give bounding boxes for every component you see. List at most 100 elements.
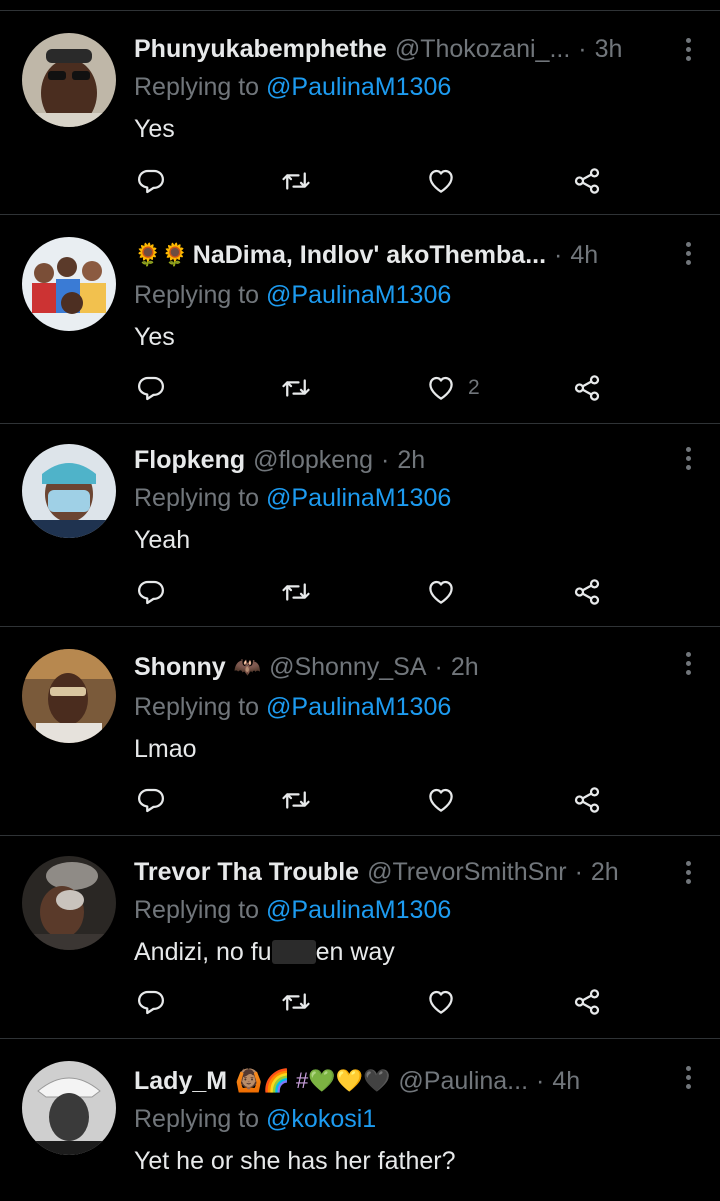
tweet-3[interactable]: Flopkeng @flopkeng · 2h Replying to @Pau…: [0, 424, 720, 627]
retweet-icon: [282, 172, 310, 190]
like-button[interactable]: [426, 986, 468, 1018]
timestamp[interactable]: 3h: [595, 33, 623, 65]
replying-to-line: Replying to @PaulinaM1306: [134, 894, 451, 926]
mention-link[interactable]: @PaulinaM1306: [266, 281, 451, 309]
tweet-text: Yeah: [134, 526, 191, 554]
retweet-button[interactable]: [280, 372, 312, 404]
avatar[interactable]: [22, 444, 116, 538]
like-count: 2: [468, 376, 480, 399]
share-button[interactable]: [572, 986, 602, 1018]
timestamp[interactable]: 2h: [451, 651, 479, 683]
more-icon[interactable]: [678, 647, 698, 679]
reply-button[interactable]: [136, 986, 166, 1018]
reply-button[interactable]: [136, 576, 166, 608]
like-button[interactable]: [426, 165, 468, 197]
more-icon[interactable]: [678, 33, 698, 65]
replying-label: Replying to: [134, 73, 260, 101]
tweet-2[interactable]: 🌻🌻 NaDima, Indlov' akoThemba... · 4h Rep…: [0, 215, 720, 424]
share-icon: [574, 375, 600, 401]
mention-link[interactable]: @PaulinaM1306: [266, 896, 451, 924]
tweet-text-before: Andizi, no fu: [134, 938, 272, 966]
tweet-text: Andizi, no fu en way: [134, 936, 680, 968]
replying-to-line: Replying to @PaulinaM1306: [134, 482, 451, 514]
reply-icon: [138, 376, 164, 401]
action-bar: [134, 986, 614, 1018]
replying-label: Replying to: [134, 693, 260, 721]
display-name[interactable]: Flopkeng: [134, 444, 245, 476]
display-name[interactable]: NaDima, Indlov' akoThemba...: [193, 239, 546, 271]
timestamp[interactable]: 4h: [552, 1065, 580, 1097]
timestamp[interactable]: 2h: [591, 856, 619, 888]
avatar[interactable]: [22, 856, 116, 950]
more-icon[interactable]: [678, 1061, 698, 1093]
separator-dot: ·: [554, 241, 563, 269]
replying-to-line: Replying to @PaulinaM1306: [134, 691, 451, 723]
reply-button[interactable]: [136, 165, 166, 197]
share-button[interactable]: [572, 372, 602, 404]
retweet-icon: [282, 993, 310, 1011]
retweet-icon: [282, 379, 310, 397]
tweet-6[interactable]: Lady_M 🙆🏽🌈 #💚💛🖤 @Paulina... · 4h Replyin…: [0, 1039, 720, 1201]
timestamp[interactable]: 2h: [397, 444, 425, 476]
avatar[interactable]: [22, 1061, 116, 1155]
like-button[interactable]: 2: [426, 372, 480, 404]
share-icon: [574, 989, 600, 1015]
replying-to-line: Replying to @PaulinaM1306: [134, 71, 451, 103]
reply-button[interactable]: [136, 784, 166, 816]
retweet-button[interactable]: [280, 576, 312, 608]
user-handle[interactable]: @Thokozani_...: [395, 33, 570, 65]
user-handle[interactable]: @flopkeng: [253, 444, 373, 476]
replying-label: Replying to: [134, 281, 260, 309]
like-button[interactable]: [426, 784, 468, 816]
user-handle[interactable]: @Paulina...: [398, 1065, 528, 1097]
avatar[interactable]: [22, 237, 116, 331]
retweet-icon: [282, 583, 310, 601]
display-name[interactable]: Phunyukabemphethe: [134, 33, 387, 65]
display-name[interactable]: Trevor Tha Trouble: [134, 856, 359, 888]
sunflower-emoji: 🌻🌻: [134, 242, 189, 267]
tweet-text: Yet he or she has her father?: [134, 1147, 456, 1175]
mention-link[interactable]: @PaulinaM1306: [266, 484, 451, 512]
bat-emoji: 🦇: [233, 654, 262, 679]
share-button[interactable]: [572, 165, 602, 197]
tweet-1[interactable]: Phunyukabemphethe @Thokozani_... · 3h Re…: [0, 11, 720, 215]
avatar[interactable]: [22, 649, 116, 743]
mention-link[interactable]: @PaulinaM1306: [266, 693, 451, 721]
replying-label: Replying to: [134, 896, 260, 924]
reply-button[interactable]: [136, 372, 166, 404]
like-button[interactable]: [426, 576, 468, 608]
heart-icon: [429, 169, 453, 193]
tweet-5[interactable]: Trevor Tha Trouble @TrevorSmithSnr · 2h …: [0, 836, 720, 1039]
more-icon[interactable]: [678, 442, 698, 474]
action-bar: [134, 576, 614, 608]
share-button[interactable]: [572, 576, 602, 608]
reply-icon: [138, 169, 164, 194]
mention-link[interactable]: @PaulinaM1306: [266, 73, 451, 101]
display-name[interactable]: Lady_M: [134, 1065, 227, 1097]
heart-icon: [429, 580, 453, 604]
user-handle[interactable]: @TrevorSmithSnr: [367, 856, 567, 888]
timestamp[interactable]: 4h: [570, 239, 598, 271]
separator-dot: ·: [574, 858, 583, 886]
separator-dot: ·: [536, 1067, 545, 1095]
replying-label: Replying to: [134, 484, 260, 512]
more-icon[interactable]: [678, 856, 698, 888]
retweet-icon: [282, 791, 310, 809]
tweet-text: Yes: [134, 115, 175, 143]
retweet-button[interactable]: [280, 165, 312, 197]
user-handle[interactable]: @Shonny_SA: [269, 651, 426, 683]
mention-link[interactable]: @kokosi1: [266, 1105, 376, 1133]
share-button[interactable]: [572, 784, 602, 816]
action-bar: 2: [134, 372, 614, 404]
retweet-button[interactable]: [280, 784, 312, 816]
reply-icon: [138, 990, 164, 1015]
retweet-button[interactable]: [280, 986, 312, 1018]
more-icon[interactable]: [678, 237, 698, 269]
replying-to-line: Replying to @PaulinaM1306: [134, 279, 451, 311]
emoji-string: 🙆🏽🌈 #💚💛🖤: [235, 1068, 391, 1093]
tweet-text-after: en way: [315, 938, 395, 966]
tweet-4[interactable]: Shonny 🦇 @Shonny_SA · 2h Replying to @Pa…: [0, 627, 720, 836]
redaction-mark: [271, 940, 316, 964]
display-name[interactable]: Shonny: [134, 651, 226, 683]
avatar[interactable]: [22, 33, 116, 127]
